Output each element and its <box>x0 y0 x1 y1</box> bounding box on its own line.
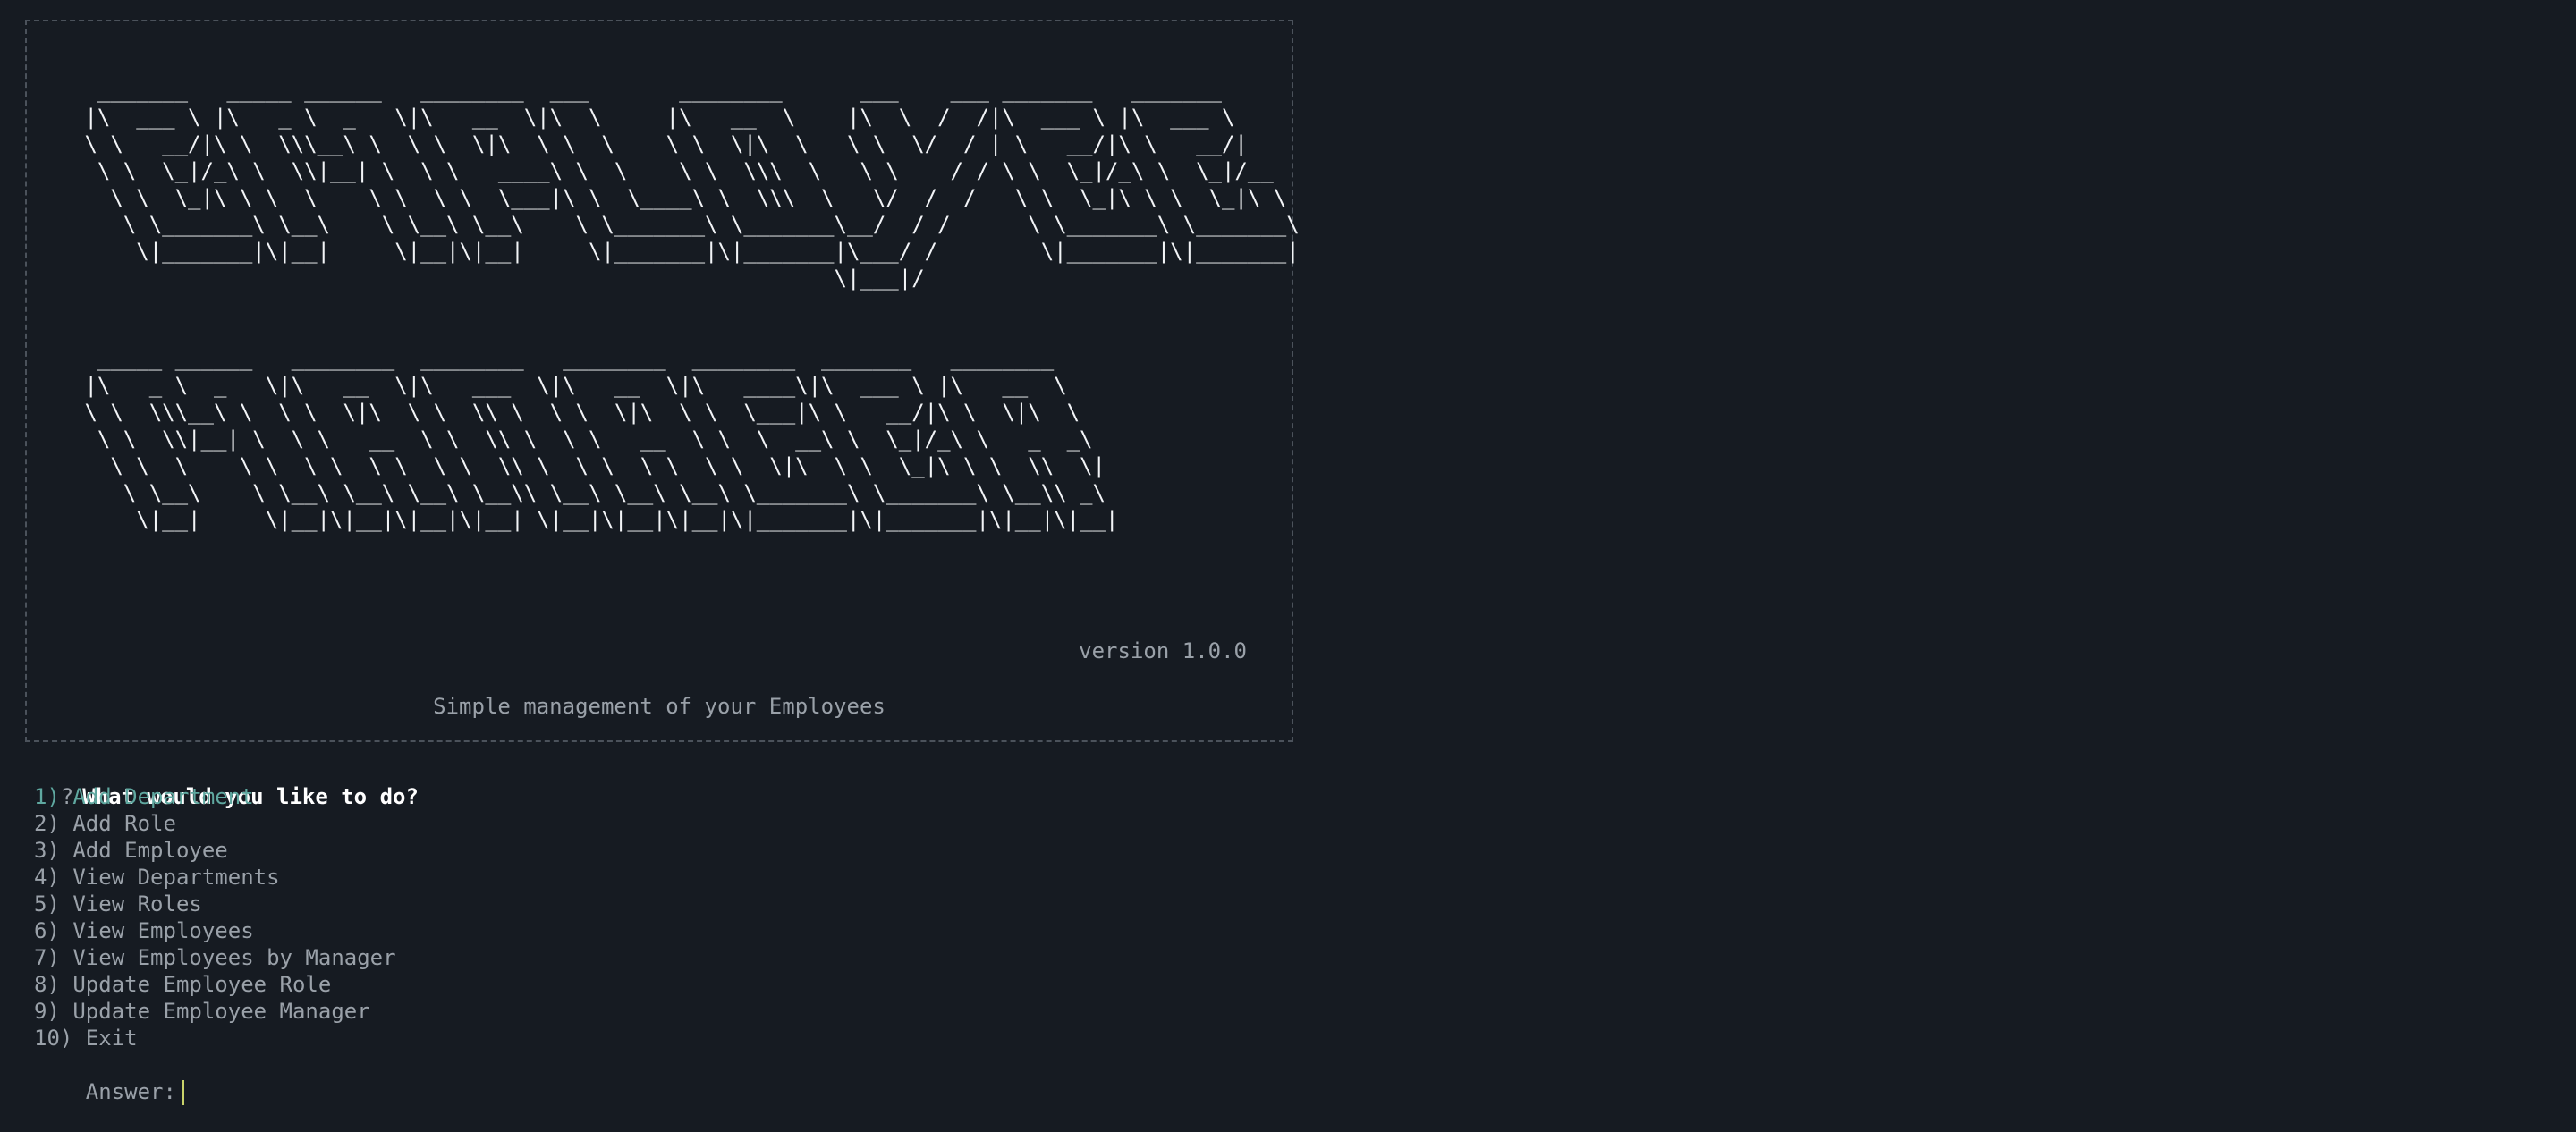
menu-option-add-department[interactable]: 1) Add Department <box>34 783 396 810</box>
version-label: version 1.0.0 <box>1079 638 1247 663</box>
menu-option-exit[interactable]: 10) Exit <box>34 1025 396 1052</box>
menu-option-add-role[interactable]: 2) Add Role <box>34 810 396 837</box>
menu-option-view-roles[interactable]: 5) View Roles <box>34 891 396 917</box>
tagline: Simple management of your Employees <box>433 694 886 719</box>
menu-option-update-employee-manager[interactable]: 9) Update Employee Manager <box>34 998 396 1025</box>
answer-line[interactable]: Answer: <box>34 1052 184 1132</box>
ascii-title-employee: _______ _____ ______ ________ ___ ______… <box>84 78 1300 291</box>
ascii-title-manager: _____ ______ ________ ________ ________ … <box>84 346 1119 532</box>
answer-label: Answer: <box>85 1079 176 1104</box>
menu-option-view-employees-by-manager[interactable]: 7) View Employees by Manager <box>34 944 396 971</box>
text-cursor <box>181 1080 184 1105</box>
menu-option-update-employee-role[interactable]: 8) Update Employee Role <box>34 971 396 998</box>
menu-option-add-employee[interactable]: 3) Add Employee <box>34 837 396 864</box>
menu-option-view-departments[interactable]: 4) View Departments <box>34 864 396 891</box>
terminal-window[interactable]: _______ _____ ______ ________ ___ ______… <box>0 0 2576 1109</box>
banner-box: _______ _____ ______ ________ ___ ______… <box>25 20 1300 742</box>
menu-options: 1) Add Department 2) Add Role 3) Add Emp… <box>34 783 396 1052</box>
menu-option-view-employees[interactable]: 6) View Employees <box>34 917 396 944</box>
